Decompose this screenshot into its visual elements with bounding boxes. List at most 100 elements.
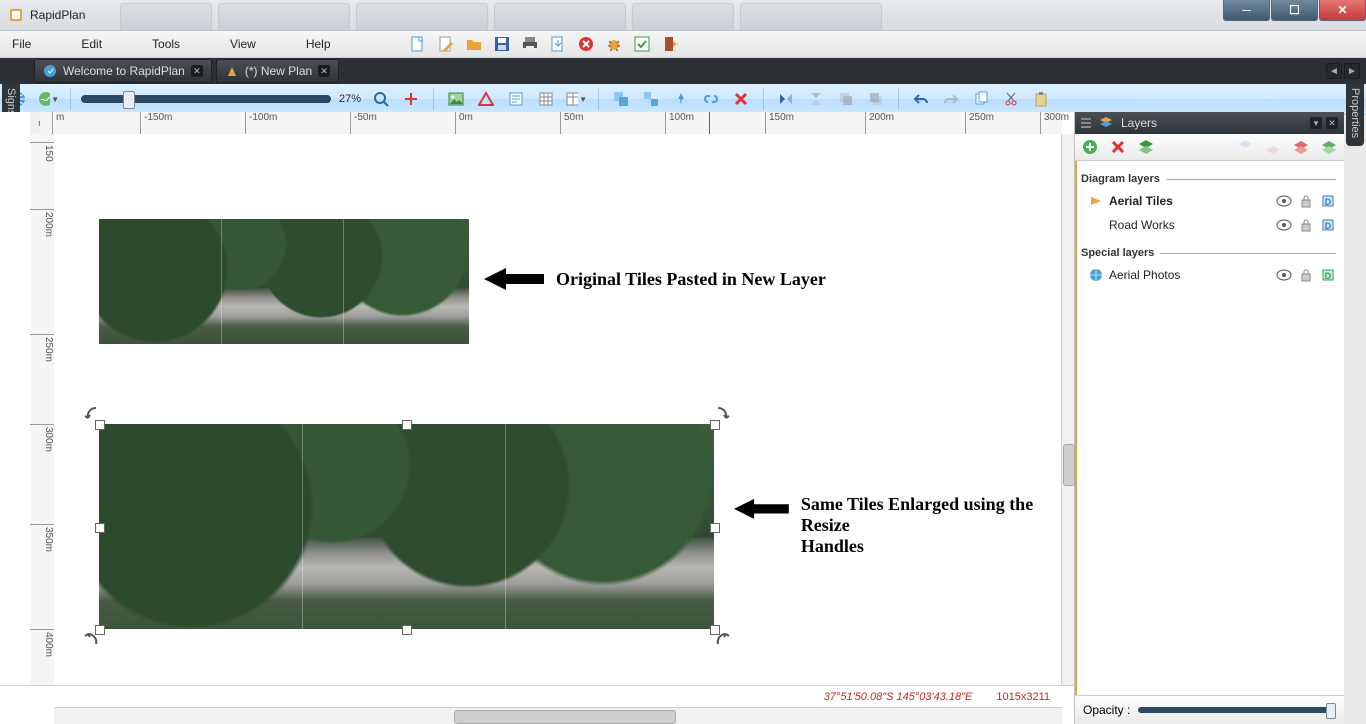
menu-tools[interactable]: Tools [140, 31, 218, 57]
layer-row-road-works[interactable]: Road Works D [1081, 213, 1336, 237]
canvas[interactable]: Original Tiles Pasted in New Layer Same … [54, 134, 1062, 702]
lock-toggle-icon[interactable] [1298, 193, 1314, 209]
lock-toggle-icon[interactable] [1298, 267, 1314, 283]
bug-icon[interactable] [605, 35, 623, 53]
redo-button[interactable] [939, 87, 963, 111]
arrow-left-icon [484, 266, 544, 292]
flip-v-icon [808, 91, 824, 107]
cancel-icon[interactable] [577, 35, 595, 53]
panel-close-button[interactable]: ✕ [1326, 117, 1338, 129]
table-button[interactable]: ▼ [564, 87, 588, 111]
pin-button[interactable] [669, 87, 693, 111]
check-icon[interactable] [633, 35, 651, 53]
tab-new-plan-close-icon[interactable]: ✕ [318, 65, 330, 77]
basemap-button[interactable]: ▼ [36, 87, 60, 111]
layer-dup-icon[interactable] [1320, 138, 1338, 156]
flip-h-button[interactable] [774, 87, 798, 111]
resize-handle-n[interactable] [402, 420, 412, 430]
opacity-label: Opacity : [1083, 703, 1130, 717]
rotate-handle-sw[interactable] [82, 630, 100, 648]
resize-handle-s[interactable] [402, 625, 412, 635]
snap-toggle-icon[interactable]: D [1320, 267, 1336, 283]
group-button[interactable] [609, 87, 633, 111]
menu-file[interactable]: File [0, 31, 69, 57]
lock-toggle-icon[interactable] [1298, 217, 1314, 233]
print-icon[interactable] [521, 35, 539, 53]
zoom-fit-button[interactable] [369, 87, 393, 111]
canvas-vscrollbar[interactable] [1061, 134, 1074, 702]
canvas-hscrollbar[interactable] [54, 707, 1062, 724]
exit-icon[interactable] [661, 35, 679, 53]
menu-view[interactable]: View [218, 31, 294, 57]
delete-button[interactable] [729, 87, 753, 111]
redo-icon [943, 91, 959, 107]
panel-menu-button[interactable]: ▾ [1310, 117, 1322, 129]
ruler-h-tick: 50m [560, 112, 583, 134]
layer-down-icon[interactable] [1264, 138, 1282, 156]
ruler-h-tick: 100m [665, 112, 694, 134]
aerial-tiles-original[interactable] [99, 219, 469, 344]
warning-button[interactable] [474, 87, 498, 111]
crosshair-button[interactable] [399, 87, 423, 111]
merge-layer-icon[interactable] [1137, 138, 1155, 156]
snap-toggle-icon[interactable]: D [1320, 193, 1336, 209]
zoom-fit-icon [373, 91, 389, 107]
window-minimize-button[interactable]: ─ [1223, 0, 1270, 21]
document-tabs: Welcome to RapidPlan ✕ (*) New Plan ✕ ◄ … [0, 58, 1366, 84]
menu-edit[interactable]: Edit [69, 31, 140, 57]
vscroll-thumb[interactable] [1063, 444, 1075, 486]
delete-icon [733, 91, 749, 107]
bring-front-button[interactable] [864, 87, 888, 111]
paste-button[interactable] [1029, 87, 1053, 111]
new-doc-icon[interactable] [409, 35, 427, 53]
add-layer-icon[interactable] [1081, 138, 1099, 156]
edit-doc-icon[interactable] [437, 35, 455, 53]
delete-layer-icon[interactable] [1109, 138, 1127, 156]
layer-row-aerial-photos[interactable]: Aerial Photos D [1081, 263, 1336, 287]
flip-h-icon [778, 91, 794, 107]
grid-button[interactable] [534, 87, 558, 111]
layer-up-icon[interactable] [1236, 138, 1254, 156]
layer-row-aerial-tiles[interactable]: Aerial Tiles D [1081, 189, 1336, 213]
save-icon[interactable] [493, 35, 511, 53]
undo-button[interactable] [909, 87, 933, 111]
ungroup-button[interactable] [639, 87, 663, 111]
hscroll-thumb[interactable] [454, 710, 676, 724]
panel-grip-icon[interactable] [1081, 118, 1091, 128]
opacity-slider[interactable] [1138, 707, 1336, 713]
snap-toggle-icon[interactable]: D [1320, 217, 1336, 233]
tab-scroll-left-icon[interactable]: ◄ [1326, 63, 1342, 79]
open-folder-icon[interactable] [465, 35, 483, 53]
rotate-handle-se[interactable] [714, 630, 732, 648]
link-button[interactable] [699, 87, 723, 111]
cut-button[interactable] [999, 87, 1023, 111]
rotate-handle-ne[interactable] [714, 404, 732, 422]
window-close-button[interactable]: ✕ [1319, 0, 1366, 21]
resize-handle-w[interactable] [95, 523, 105, 533]
layer-flatten-icon[interactable] [1292, 138, 1310, 156]
ruler-v-tick: 300m [30, 424, 54, 452]
window-maximize-button[interactable]: ☐ [1271, 0, 1318, 21]
send-back-button[interactable] [834, 87, 858, 111]
aerial-tiles-enlarged[interactable] [99, 424, 714, 629]
rotate-handle-nw[interactable] [82, 404, 100, 422]
tab-new-plan[interactable]: (*) New Plan ✕ [216, 59, 339, 83]
flip-v-button[interactable] [804, 87, 828, 111]
visibility-toggle-icon[interactable] [1276, 267, 1292, 283]
resize-handle-e[interactable] [710, 523, 720, 533]
export-icon[interactable] [549, 35, 567, 53]
tab-welcome[interactable]: Welcome to RapidPlan ✕ [34, 59, 212, 83]
visibility-toggle-icon[interactable] [1276, 193, 1292, 209]
grid-icon [538, 91, 554, 107]
tab-welcome-close-icon[interactable]: ✕ [191, 65, 203, 77]
zoom-slider[interactable] [81, 95, 331, 103]
form-button[interactable] [504, 87, 528, 111]
visibility-toggle-icon[interactable] [1276, 217, 1292, 233]
menu-help[interactable]: Help [294, 31, 369, 57]
copy-button[interactable] [969, 87, 993, 111]
layers-panel-header[interactable]: Layers ▾ ✕ [1075, 112, 1344, 134]
image-button[interactable] [444, 87, 468, 111]
tab-scroll-right-icon[interactable]: ► [1344, 63, 1360, 79]
titlebar: RapidPlan ─ ☐ ✕ [0, 0, 1366, 31]
zoom-label: 27% [339, 93, 361, 105]
